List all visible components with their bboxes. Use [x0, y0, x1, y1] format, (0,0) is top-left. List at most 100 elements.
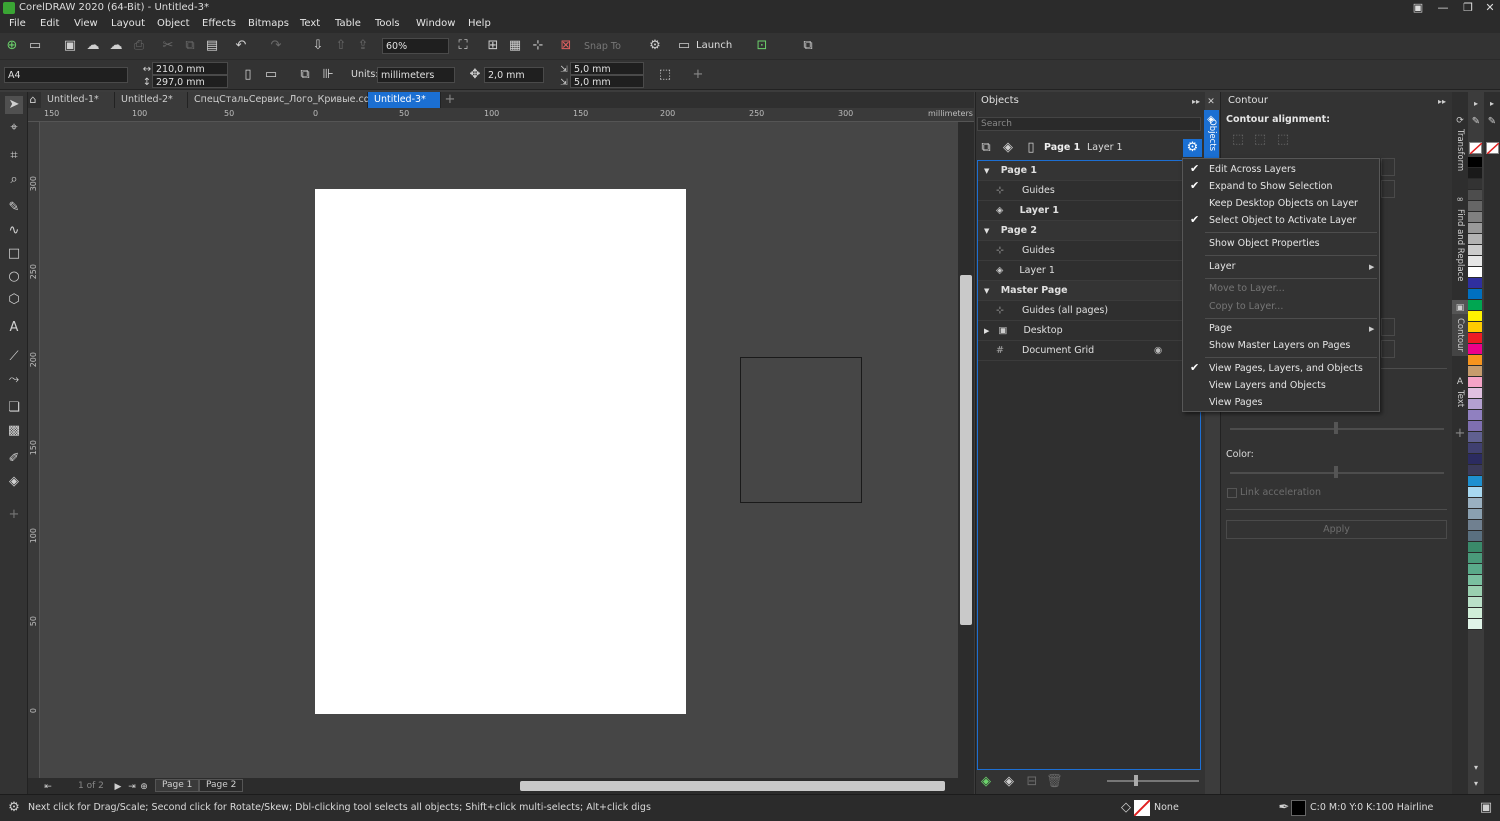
page-tab-2[interactable]: Page 2 [199, 779, 244, 792]
open-icon[interactable]: ▭ [27, 38, 43, 54]
contour-outside-icon[interactable]: ⬚ [1275, 132, 1291, 148]
menu-edit[interactable]: Edit [40, 18, 59, 29]
new-tab-icon[interactable]: + [442, 92, 458, 108]
add-page-icon[interactable]: ⊕ [136, 779, 152, 795]
show-grid-icon[interactable]: ▦ [507, 38, 523, 54]
expand-arrow-icon[interactable]: ▼ [984, 287, 989, 295]
apply-button[interactable]: Apply [1226, 520, 1447, 539]
link-acceleration-checkbox[interactable] [1227, 488, 1237, 498]
parallel-dimension-icon[interactable]: ⟋ [5, 348, 23, 366]
color-swatch[interactable] [1468, 388, 1482, 399]
color-swatch[interactable] [1468, 619, 1482, 630]
status-options-icon[interactable]: ▣ [1478, 800, 1494, 816]
treat-as-filled-icon[interactable]: ⬚ [657, 67, 673, 83]
color-swatch[interactable] [1468, 465, 1482, 476]
color-swatch[interactable] [1468, 201, 1482, 212]
layers-icon[interactable]: ◈ [1000, 140, 1016, 156]
home-icon[interactable]: ⌂ [25, 92, 41, 108]
cloud-save-icon[interactable]: ☁ [108, 38, 124, 54]
rectangle-object[interactable] [740, 357, 862, 503]
maximize-button[interactable]: ❐ [1457, 0, 1479, 16]
horizontal-ruler[interactable]: 150 100 50 0 50 100 150 200 250 300 mill… [28, 108, 974, 122]
tree-row-layer-1[interactable]: ◈ Layer 1 [978, 201, 1200, 221]
redo-icon[interactable]: ↷ [268, 38, 284, 54]
transform-tab[interactable]: Transform [1452, 126, 1468, 174]
page-width-field[interactable]: 210,0 mm [152, 62, 228, 75]
polygon-tool-icon[interactable]: ⬡ [5, 291, 23, 309]
menu-item-copy-to-layer[interactable]: Copy to Layer... [1209, 301, 1283, 312]
paste-icon[interactable]: ▤ [204, 38, 220, 54]
eyedropper-icon[interactable]: ✐ [5, 450, 23, 468]
color-swatch[interactable] [1468, 531, 1482, 542]
restore-icon[interactable]: ▣ [1407, 0, 1429, 16]
tree-row-guides[interactable]: ⊹ Guides [978, 181, 1200, 201]
thumbnail-size-slider[interactable] [1107, 780, 1199, 782]
color-swatch[interactable] [1468, 553, 1482, 564]
horizontal-scroll-thumb[interactable] [520, 781, 945, 791]
current-page-icon[interactable]: ⊪ [320, 67, 336, 83]
duplicate-x-field[interactable]: 5,0 mm [570, 62, 644, 75]
color-swatch[interactable] [1468, 355, 1482, 366]
collapse-arrow-icon[interactable]: ▶ [984, 327, 989, 335]
contour-expand-icon[interactable]: ▸▸ [1434, 94, 1450, 110]
cloud-open-icon[interactable]: ☁ [85, 38, 101, 54]
color-swatch[interactable] [1468, 421, 1482, 432]
color-swatch[interactable] [1468, 520, 1482, 531]
no-color-swatch[interactable] [1469, 142, 1482, 154]
palette2-scroll-icon[interactable]: ▸ [1484, 96, 1500, 112]
menu-text[interactable]: Text [300, 18, 320, 29]
landscape-icon[interactable]: ▭ [263, 67, 279, 83]
color-swatch[interactable] [1468, 157, 1482, 168]
menu-item-expand-to-show-selection[interactable]: Expand to Show Selection [1209, 181, 1333, 192]
pick-tool-icon[interactable]: ➤ [5, 96, 23, 114]
menu-effects[interactable]: Effects [202, 18, 236, 29]
fill-none-swatch[interactable] [1134, 800, 1150, 816]
vertical-ruler[interactable]: 300 250 200 150 100 50 0 [28, 122, 40, 778]
visibility-eye-icon[interactable]: ◉ [1154, 341, 1162, 361]
menu-item-view-pages-layers-objects[interactable]: View Pages, Layers, and Objects [1209, 363, 1363, 374]
menu-view[interactable]: View [74, 18, 98, 29]
options-gear-icon[interactable]: ⚙ [647, 38, 663, 54]
menu-table[interactable]: Table [335, 18, 361, 29]
expand-arrow-icon[interactable]: ▼ [984, 227, 989, 235]
color-swatch[interactable] [1468, 223, 1482, 234]
app-launcher-icon[interactable]: ⧉ [800, 38, 816, 54]
page-height-field[interactable]: 297,0 mm [152, 75, 228, 88]
interactive-fill-icon[interactable]: ◈ [5, 473, 23, 491]
full-screen-preview-icon[interactable]: ⛶ [455, 38, 471, 54]
transparency-tool-icon[interactable]: ▩ [5, 422, 23, 440]
page-size-select[interactable]: A4 [4, 67, 128, 83]
find-replace-tab[interactable]: Find and Replace [1452, 206, 1468, 284]
zoom-tool-icon[interactable]: ⌕ [5, 171, 23, 189]
docker-expand-icon[interactable]: ▸▸ [1188, 94, 1204, 110]
tree-row-desktop[interactable]: ▶ ▣ Desktop [978, 321, 1200, 341]
drop-shadow-icon[interactable]: ❏ [5, 399, 23, 417]
vertical-scroll-thumb[interactable] [960, 275, 972, 625]
close-button[interactable]: ✕ [1479, 0, 1500, 16]
color-swatch[interactable] [1468, 454, 1482, 465]
menu-file[interactable]: File [9, 18, 26, 29]
new-document-icon[interactable]: ⊕ [4, 38, 20, 54]
eyedropper-palette-icon[interactable]: ✎ [1468, 114, 1484, 130]
corner-type-select[interactable] [1381, 318, 1395, 336]
tree-row-layer-1[interactable]: ◈ Layer 1 [978, 261, 1200, 281]
add-docker-icon[interactable]: + [1452, 426, 1468, 442]
menu-object[interactable]: Object [157, 18, 190, 29]
minimize-button[interactable]: — [1432, 0, 1454, 16]
print-icon[interactable]: ⎙ [131, 38, 147, 54]
slider-thumb[interactable] [1134, 775, 1138, 786]
palette-scroll-icon[interactable]: ▸ [1468, 96, 1484, 112]
color-swatch[interactable] [1468, 366, 1482, 377]
launch-icon[interactable]: ▭ [676, 38, 692, 54]
color-swatch[interactable] [1468, 168, 1482, 179]
tree-row-page-2[interactable]: ▼ Page 2 [978, 221, 1200, 241]
color-swatch[interactable] [1468, 267, 1482, 278]
tab-spetsstal-logo[interactable]: СпецСтальСервис_Лого_Кривые.cdr [188, 92, 374, 108]
duplicate-y-field[interactable]: 5,0 mm [570, 75, 644, 88]
menu-tools[interactable]: Tools [375, 18, 400, 29]
menu-help[interactable]: Help [468, 18, 491, 29]
acceleration-slider-thumb[interactable] [1334, 422, 1338, 434]
new-master-layer-icon[interactable]: ◈ [1001, 774, 1017, 790]
units-select[interactable]: millimeters [377, 67, 455, 83]
color-swatch[interactable] [1468, 476, 1482, 487]
